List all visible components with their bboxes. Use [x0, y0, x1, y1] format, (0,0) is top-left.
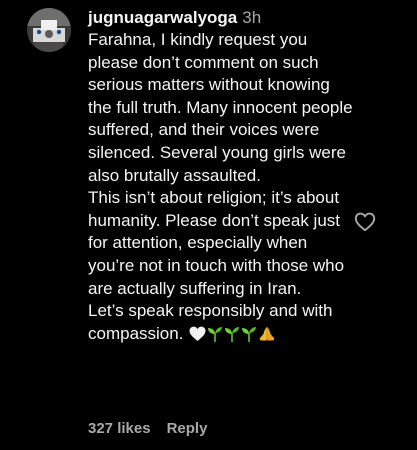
- seedling-icon: [224, 325, 240, 349]
- white-heart-icon: [189, 326, 206, 349]
- username[interactable]: jugnuagarwalyoga: [88, 8, 237, 27]
- comment-actions: 327 likes Reply: [88, 420, 207, 437]
- comment-header: jugnuagarwalyoga 3h: [88, 7, 353, 29]
- heart-outline-icon[interactable]: [354, 211, 376, 233]
- seedling-icon: [207, 325, 223, 349]
- folded-hands-icon: [258, 325, 276, 349]
- likes-count[interactable]: 327 likes: [88, 420, 151, 437]
- avatar[interactable]: [27, 8, 71, 52]
- comment: jugnuagarwalyoga 3h Farahna, I kindly req…: [0, 0, 417, 450]
- emoji-row: [183, 324, 276, 343]
- reply-button[interactable]: Reply: [167, 420, 208, 437]
- seedling-icon: [241, 325, 257, 349]
- timestamp: 3h: [242, 8, 262, 27]
- like-heart-button[interactable]: [354, 211, 376, 233]
- comment-text: Farahna, I kindly request you please don…: [88, 29, 353, 348]
- comment-body: jugnuagarwalyoga 3h Farahna, I kindly req…: [88, 7, 353, 348]
- comment-text-content: Farahna, I kindly request you please don…: [88, 30, 353, 343]
